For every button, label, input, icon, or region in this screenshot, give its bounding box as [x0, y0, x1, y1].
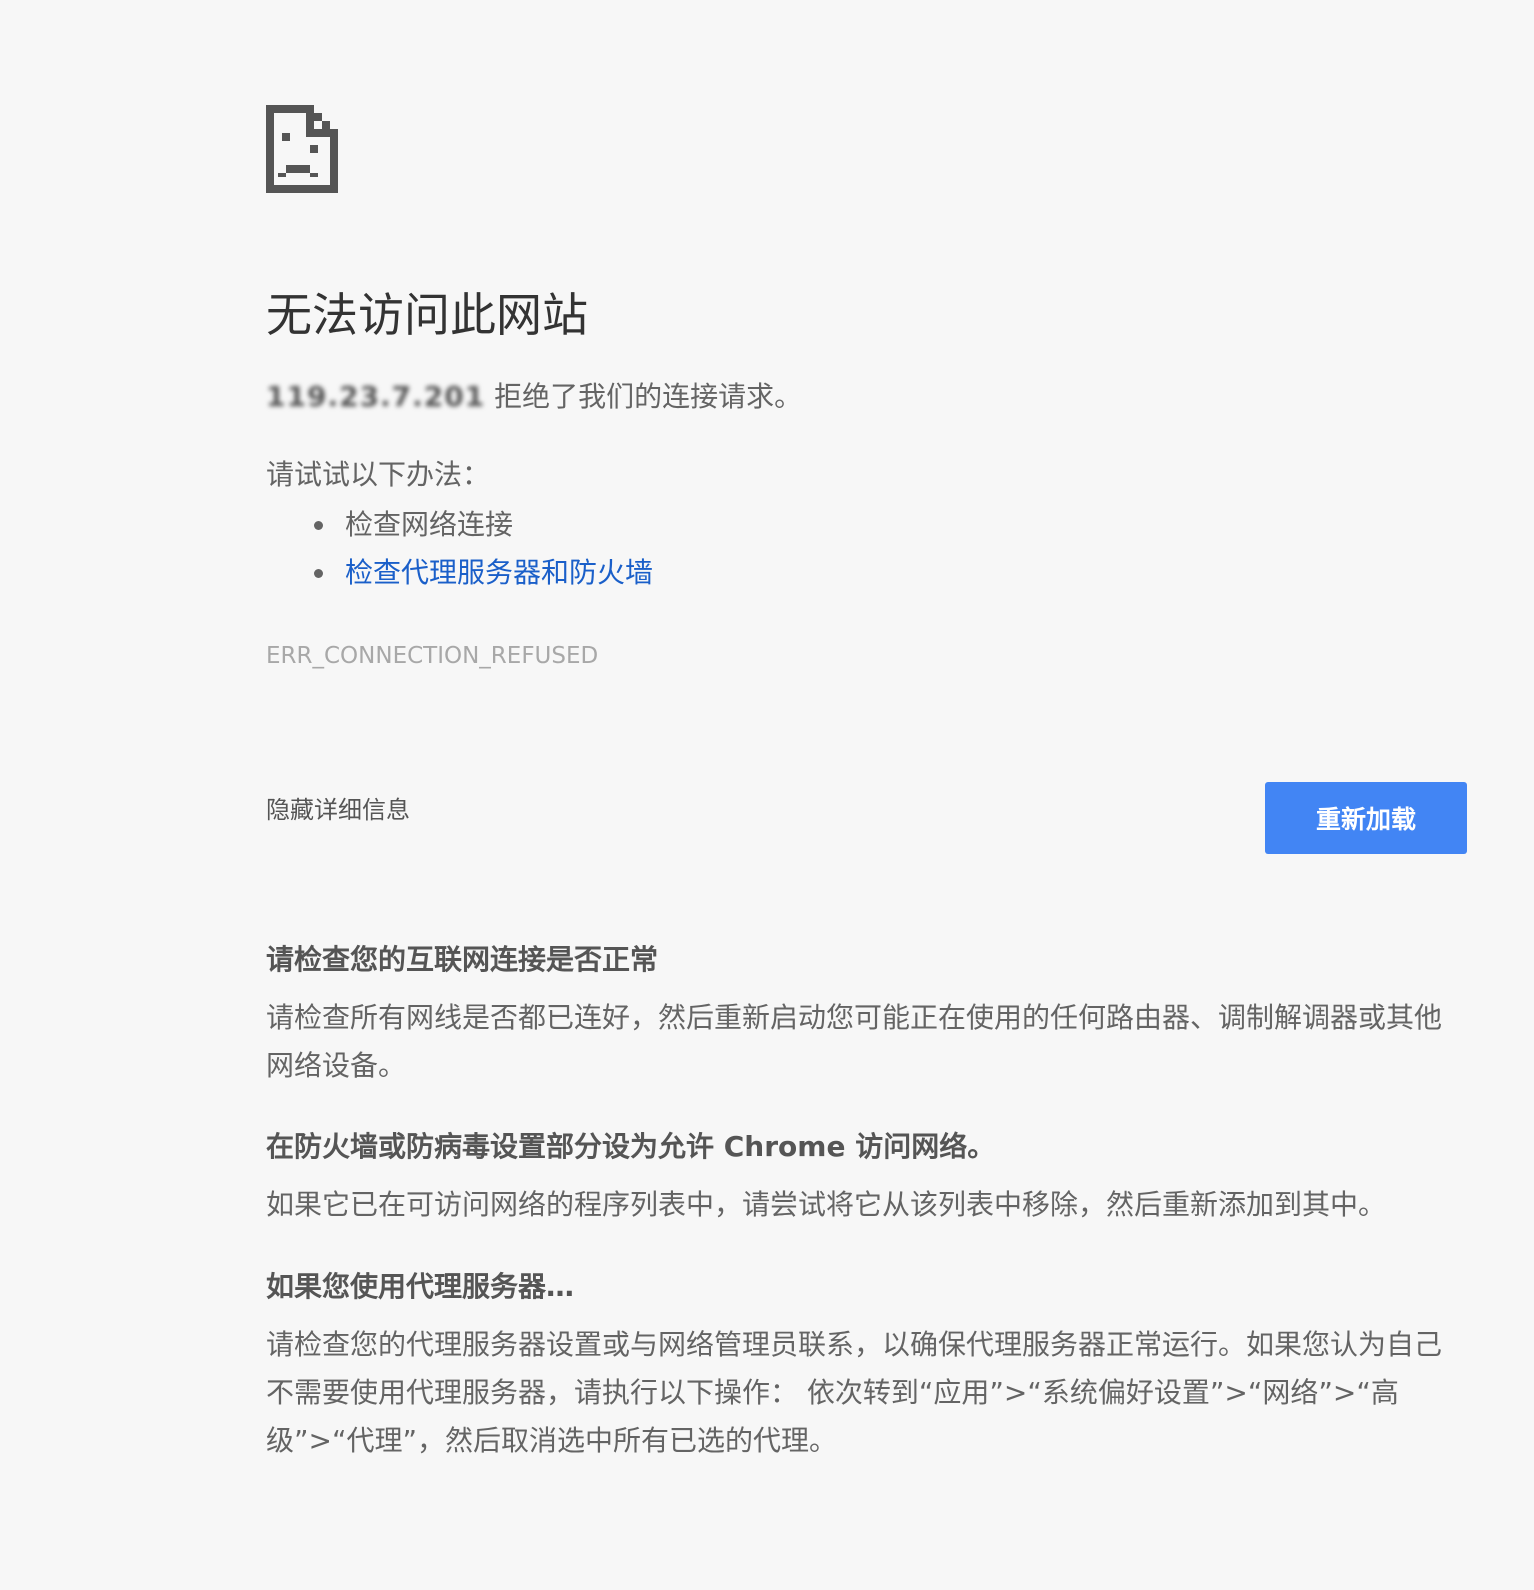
details-section-firewall: 在防火墙或防病毒设置部分设为允许 Chrome 访问网络。 如果它已在可访问网络…: [266, 1127, 1466, 1229]
reload-button[interactable]: 重新加载: [1265, 782, 1467, 854]
hide-details-button[interactable]: 隐藏详细信息: [266, 792, 410, 828]
details-heading: 如果您使用代理服务器…: [266, 1270, 575, 1303]
suggestions-list: 检查网络连接 检查代理服务器和防火墙: [266, 501, 653, 597]
details-body: 请检查所有网线是否都已连好，然后重新启动您可能正在使用的任何路由器、调制解调器或…: [266, 1001, 1443, 1082]
error-summary: 119.23.7.201 拒绝了我们的连接请求。: [266, 377, 802, 417]
suggestion-label: 检查网络连接: [345, 508, 514, 541]
details-section-proxy: 如果您使用代理服务器… 请检查您的代理服务器设置或与网络管理员联系，以确保代理服…: [266, 1267, 1466, 1465]
suggestions-heading: 请试试以下办法：: [266, 458, 491, 491]
bullet-icon: [314, 569, 323, 578]
suggestion-item: 检查网络连接: [314, 501, 653, 549]
details-body: 请检查您的代理服务器设置或与网络管理员联系，以确保代理服务器正常运行。如果您认为…: [266, 1328, 1443, 1457]
details-body: 如果它已在可访问网络的程序列表中，请尝试将它从该列表中移除，然后重新添加到其中。: [266, 1188, 1387, 1221]
details-heading: 在防火墙或防病毒设置部分设为允许 Chrome 访问网络。: [266, 1130, 996, 1163]
error-page: 无法访问此网站 119.23.7.201 拒绝了我们的连接请求。 请试试以下办法…: [266, 105, 1467, 1457]
proxy-firewall-link[interactable]: 检查代理服务器和防火墙: [345, 556, 653, 589]
error-code: ERR_CONNECTION_REFUSED: [266, 643, 599, 669]
details-heading: 请检查您的互联网连接是否正常: [266, 943, 659, 976]
details-section-connection: 请检查您的互联网连接是否正常 请检查所有网线是否都已连好，然后重新启动您可能正在…: [266, 940, 1466, 1090]
suggestion-item[interactable]: 检查代理服务器和防火墙: [314, 549, 653, 597]
summary-text: 拒绝了我们的连接请求。: [485, 380, 803, 413]
host-address: 119.23.7.201: [266, 380, 486, 413]
page-title: 无法访问此网站: [266, 288, 588, 342]
sad-page-icon: [266, 105, 338, 193]
bullet-icon: [314, 521, 323, 530]
